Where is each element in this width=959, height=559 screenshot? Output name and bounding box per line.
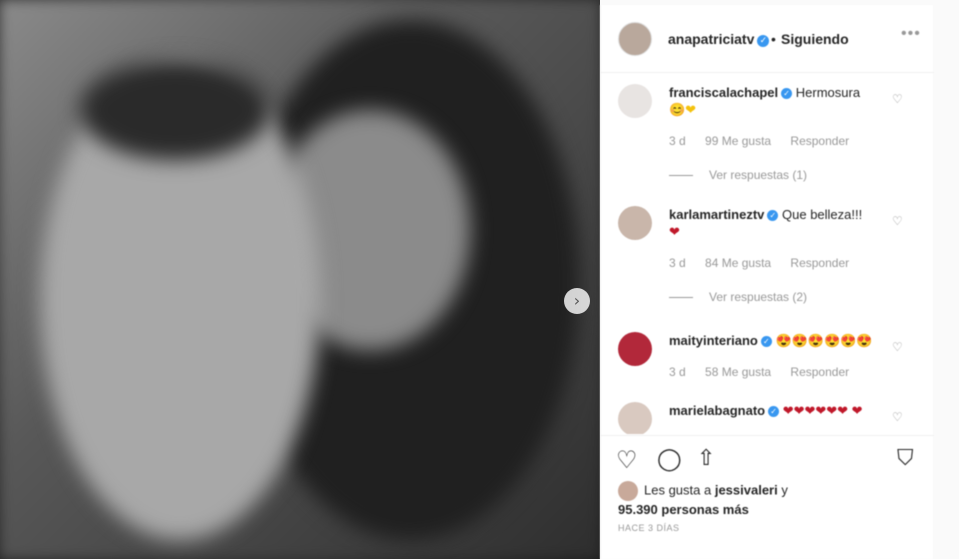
comment-age[interactable]: 3 d: [669, 134, 686, 148]
post-actions-bar: ♡ ◯ ⇧ ⛉: [601, 435, 934, 483]
comment-icon[interactable]: ◯: [657, 447, 682, 472]
replies-divider: [669, 297, 693, 299]
heart-outline-icon[interactable]: ♡: [616, 446, 638, 474]
view-replies-label[interactable]: Ver respuestas (2): [709, 290, 807, 304]
verified-badge-icon: ✓: [760, 336, 772, 347]
comment-text: maityinteriano ✓ 😍😍😍😍😍😍: [669, 332, 889, 349]
view-replies[interactable]: Ver respuestas (1): [669, 168, 807, 182]
reply-button[interactable]: Responder: [790, 256, 849, 270]
separator-dot: •: [771, 31, 776, 47]
bookmark-icon[interactable]: ⛉: [897, 446, 914, 471]
reply-button[interactable]: Responder: [790, 365, 849, 379]
comment-age[interactable]: 3 d: [669, 365, 686, 379]
post-header: anapatriciatv ✓ • Siguiendo •••: [601, 5, 934, 73]
comment-meta: 3 d 99 Me gusta Responder: [669, 134, 865, 148]
commenter-avatar[interactable]: [618, 84, 652, 118]
comment-likes[interactable]: 84 Me gusta: [705, 256, 771, 270]
liker-avatar[interactable]: [618, 481, 638, 501]
liker-username[interactable]: jessivaleri: [715, 482, 778, 497]
comments-list[interactable]: franciscalachapel ✓ Hermosura 😊❤ ♡ 3 d 99…: [601, 74, 934, 434]
verified-badge-icon: ✓: [781, 88, 793, 99]
chevron-right-icon[interactable]: ›: [564, 288, 590, 314]
comment-age[interactable]: 3 d: [669, 256, 686, 270]
share-icon[interactable]: ⇧: [697, 446, 715, 471]
comment-text: karlamartineztv ✓ Que belleza!!! ❤: [669, 206, 889, 240]
comment-emoji: ❤: [669, 224, 680, 239]
author-username-text[interactable]: anapatriciatv: [668, 31, 754, 47]
comment-like-icon[interactable]: ♡: [892, 92, 903, 106]
verified-badge-icon: ✓: [768, 406, 780, 417]
commenter-username[interactable]: karlamartineztv: [669, 207, 764, 222]
view-replies-label[interactable]: Ver respuestas (1): [709, 168, 807, 182]
comment-like-icon[interactable]: ♡: [892, 214, 903, 228]
likes-suffix: y: [781, 482, 788, 498]
comment-meta: 3 d 84 Me gusta Responder: [669, 256, 865, 270]
comment-emoji: 😍😍😍😍😍😍: [775, 333, 873, 348]
comment-likes[interactable]: 99 Me gusta: [705, 134, 771, 148]
following-button[interactable]: Siguiendo: [781, 31, 849, 47]
replies-divider: [669, 175, 693, 177]
post-sidebar: anapatriciatv ✓ • Siguiendo ••• francisca…: [600, 5, 934, 559]
photo-baby-hair: [80, 60, 270, 160]
comment-like-icon[interactable]: ♡: [892, 410, 903, 424]
likes-summary: Les gusta a jessivaleri y 95.390 persona…: [618, 481, 918, 519]
commenter-avatar[interactable]: [618, 206, 652, 240]
comment-body: Que belleza!!!: [782, 207, 863, 222]
reply-button[interactable]: Responder: [790, 134, 849, 148]
comment-like-icon[interactable]: ♡: [892, 340, 903, 354]
commenter-avatar[interactable]: [618, 402, 652, 434]
commenter-username[interactable]: franciscalachapel: [669, 85, 778, 100]
comment-emoji: 😊❤: [669, 102, 697, 117]
author-username[interactable]: anapatriciatv ✓: [668, 31, 770, 47]
comment-text: marielabagnato ✓ ❤❤❤❤❤❤ ❤: [669, 402, 889, 419]
verified-badge-icon: ✓: [767, 210, 779, 221]
commenter-username[interactable]: marielabagnato: [669, 403, 765, 418]
author-avatar[interactable]: [618, 22, 652, 56]
post-image[interactable]: ›: [0, 0, 600, 559]
view-replies[interactable]: Ver respuestas (2): [669, 290, 807, 304]
comment-text: franciscalachapel ✓ Hermosura 😊❤: [669, 84, 889, 118]
comment-meta: 3 d 58 Me gusta Responder: [669, 365, 865, 379]
likes-prefix: Les gusta a: [644, 482, 712, 498]
likes-count[interactable]: 95.390 personas más: [618, 502, 749, 517]
verified-badge-icon: ✓: [757, 35, 770, 47]
commenter-avatar[interactable]: [618, 332, 652, 366]
comment-likes[interactable]: 58 Me gusta: [705, 365, 771, 379]
commenter-username[interactable]: maityinteriano: [669, 333, 758, 348]
post-timestamp[interactable]: HACE 3 DÍAS: [618, 523, 680, 533]
comment-body: Hermosura: [795, 85, 861, 100]
comment-emoji: ❤❤❤❤❤❤ ❤: [782, 403, 863, 418]
more-options-icon[interactable]: •••: [901, 25, 921, 43]
